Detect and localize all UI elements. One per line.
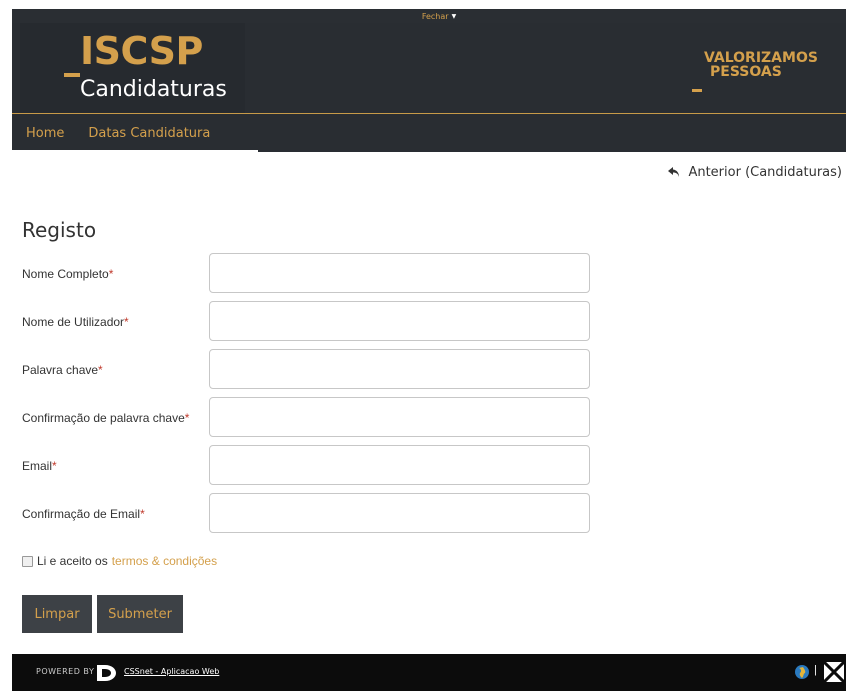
nav-item-datas-candidatura[interactable]: Datas Candidatura — [76, 114, 222, 152]
site-header: ISCSP Candidaturas VALORIZAMOS PESSOAS — [12, 23, 846, 114]
nav-active-underline — [12, 150, 258, 153]
field-label: Email* — [22, 459, 57, 473]
logo[interactable]: ISCSP Candidaturas — [20, 23, 245, 113]
logo-subtitle: Candidaturas — [80, 77, 227, 102]
terms-link[interactable]: termos & condições — [112, 554, 217, 568]
back-link-label: Anterior (Candidaturas) — [688, 165, 842, 180]
email-input[interactable] — [209, 445, 590, 485]
password-confirm-input[interactable] — [209, 397, 590, 437]
back-link[interactable]: Anterior (Candidaturas) — [668, 165, 842, 180]
field-label: Palavra chave* — [22, 363, 103, 377]
email-confirm-input[interactable] — [209, 493, 590, 533]
form-row-nome-completo: Nome Completo* — [22, 253, 592, 295]
field-label: Confirmação de Email* — [22, 507, 145, 521]
close-toggle[interactable]: Fechar ▼ — [422, 12, 456, 21]
submit-button[interactable]: Submeter — [97, 595, 183, 633]
close-label: Fechar — [421, 11, 449, 21]
form-row-confirmacao-palavra-chave: Confirmação de palavra chave* — [22, 397, 592, 439]
slogan: VALORIZAMOS PESSOAS — [704, 51, 818, 79]
password-input[interactable] — [209, 349, 590, 389]
full-name-input[interactable] — [209, 253, 590, 293]
caret-down-icon: ▼ — [451, 12, 457, 20]
slogan-underscore — [692, 89, 702, 92]
field-label: Nome de Utilizador* — [22, 315, 129, 329]
form-row-palavra-chave: Palavra chave* — [22, 349, 592, 391]
footer: POWERED BY CSSnet - Aplicacao Web | — [12, 654, 846, 691]
clear-button[interactable]: Limpar — [22, 595, 92, 633]
form-row-email: Email* — [22, 445, 592, 487]
form-row-confirmacao-email: Confirmação de Email* — [22, 493, 592, 535]
page-title: Registo — [22, 218, 97, 242]
d-logo-icon — [97, 665, 116, 681]
field-label: Confirmação de palavra chave* — [22, 411, 190, 425]
powered-by-label: POWERED BY — [36, 667, 95, 676]
top-strip: Fechar ▼ — [12, 9, 846, 23]
flag-icon[interactable] — [824, 662, 844, 682]
separator: | — [814, 664, 817, 676]
app-link[interactable]: CSSnet - Aplicacao Web — [124, 667, 219, 676]
field-label: Nome Completo* — [22, 267, 114, 281]
globe-icon[interactable] — [794, 664, 810, 680]
terms-text: Li e aceito os — [37, 554, 108, 568]
slogan-line2: PESSOAS — [710, 64, 782, 80]
nav-item-home[interactable]: Home — [12, 114, 76, 152]
terms-row: Li e aceito os termos & condições — [22, 554, 217, 568]
logo-underscore — [64, 73, 80, 77]
username-input[interactable] — [209, 301, 590, 341]
back-arrow-icon — [668, 167, 680, 177]
form-row-nome-utilizador: Nome de Utilizador* — [22, 301, 592, 343]
logo-title: ISCSP — [80, 29, 203, 73]
terms-checkbox[interactable] — [22, 555, 33, 567]
main-nav: Home Datas Candidatura — [12, 114, 846, 152]
